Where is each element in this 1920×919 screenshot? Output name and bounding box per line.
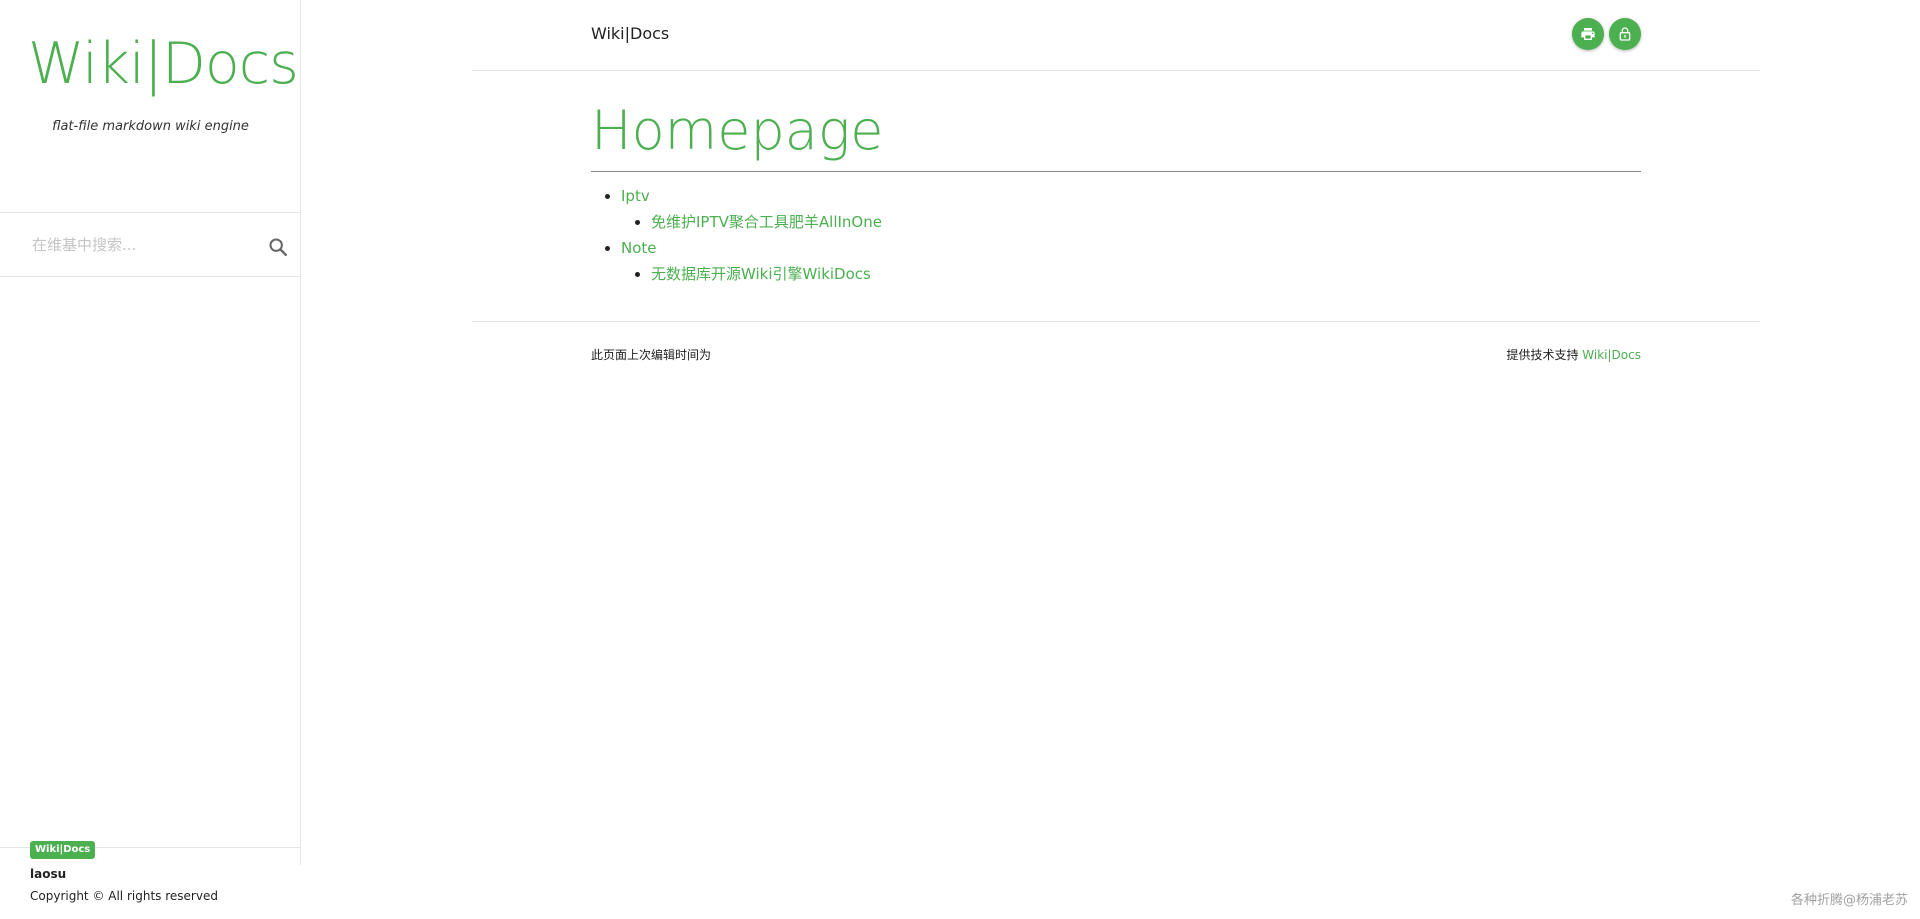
site-logo[interactable]: Wiki|Docs [28, 28, 299, 100]
wikidocs-badge[interactable]: Wiki|Docs [30, 841, 96, 859]
print-icon [1581, 28, 1595, 40]
list-item: 免维护IPTV聚合工具肥羊AllInOne [651, 209, 882, 235]
footer-divider [472, 321, 1760, 322]
search-icon[interactable] [267, 236, 289, 258]
list-item: Note 无数据库开源Wiki引擎WikiDocs [621, 235, 882, 287]
list-item: Iptv 免维护IPTV聚合工具肥羊AllInOne [621, 183, 882, 235]
top-bar: Wiki|Docs [472, 0, 1760, 71]
watermark-text: 各种折腾@杨浦老苏 [1790, 893, 1908, 908]
powered-by: 提供技术支持 Wiki|Docs [1506, 346, 1641, 363]
page-title: Homepage [591, 99, 884, 162]
header-title[interactable]: Wiki|Docs [591, 24, 669, 43]
powered-by-link[interactable]: Wiki|Docs [1582, 348, 1641, 362]
page-link-iptv-allinone[interactable]: 免维护IPTV聚合工具肥羊AllInOne [651, 213, 882, 231]
sidebar: Wiki|Docs flat-file markdown wiki engine [0, 0, 301, 865]
page-tree: Iptv 免维护IPTV聚合工具肥羊AllInOne Note 无数据库开源Wi… [591, 183, 882, 287]
site-tagline: flat-file markdown wiki engine [52, 119, 249, 134]
list-item: 无数据库开源Wiki引擎WikiDocs [651, 261, 882, 287]
page-link-note[interactable]: Note [621, 239, 657, 257]
powered-by-label: 提供技术支持 [1506, 348, 1579, 362]
user-name: laosu [30, 867, 67, 881]
print-button[interactable] [1572, 18, 1604, 50]
title-divider [591, 171, 1641, 172]
lock-icon [1619, 27, 1631, 41]
page-link-iptv[interactable]: Iptv [621, 187, 650, 205]
copyright-text: Copyright © All rights reserved [30, 889, 218, 903]
login-button[interactable] [1609, 18, 1641, 50]
page-link-note-wikidocs[interactable]: 无数据库开源Wiki引擎WikiDocs [651, 265, 871, 283]
search-input[interactable] [30, 232, 255, 258]
search-bar [0, 212, 300, 277]
last-edited-text: 此页面上次编辑时间为 [591, 348, 712, 362]
